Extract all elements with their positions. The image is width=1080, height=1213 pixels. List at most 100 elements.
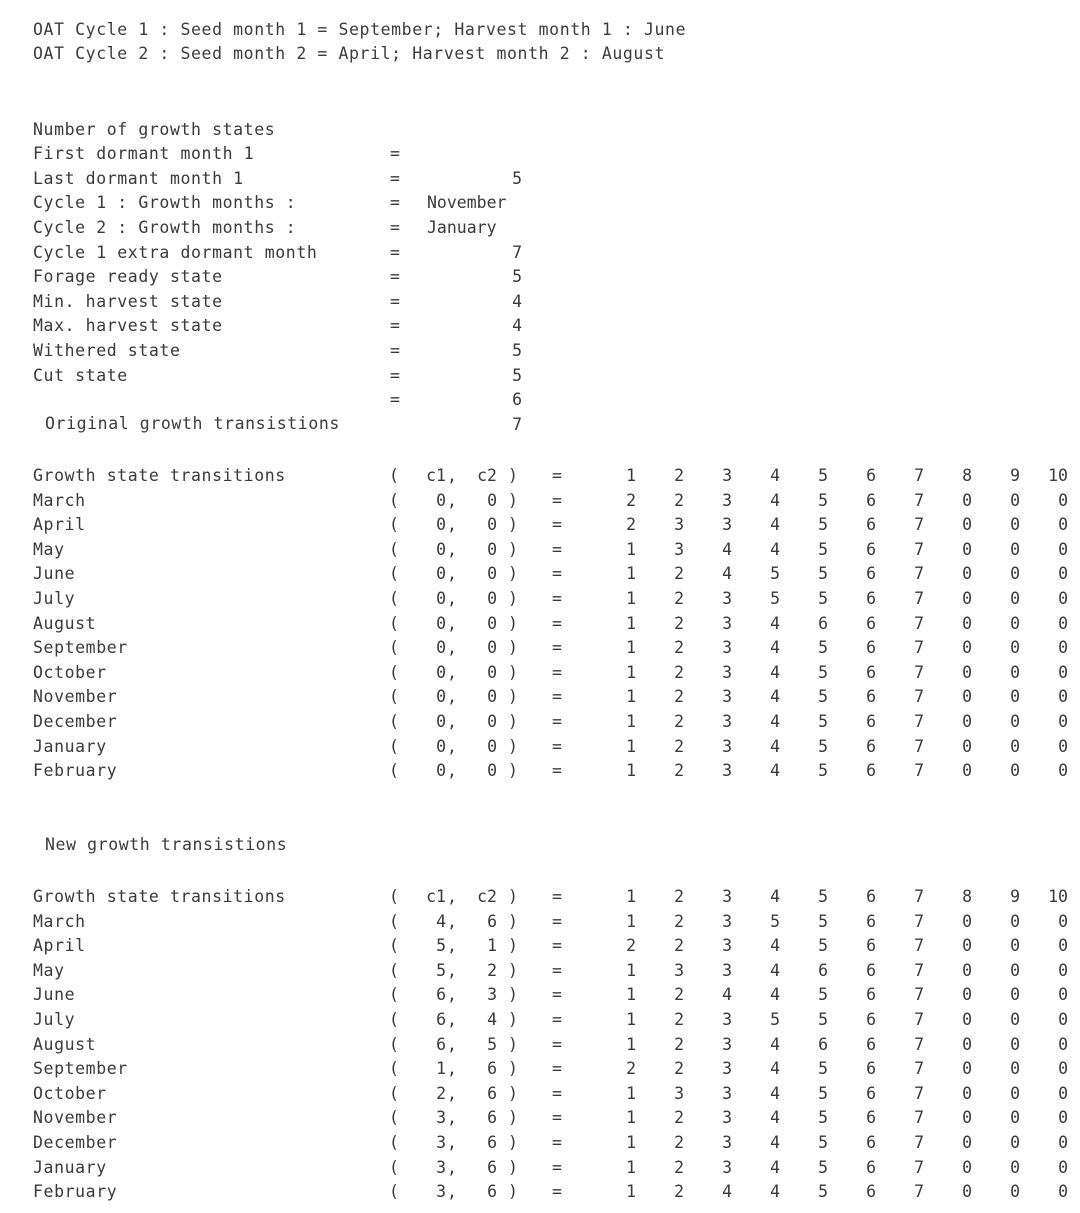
state-value-cell: 0: [1010, 936, 1020, 956]
row-month-label: April: [33, 515, 86, 535]
state-value-cell: 0: [962, 1133, 972, 1152]
state-value-cell: 7: [914, 936, 924, 956]
table-row: November(0, 0) = 1 2 3 4 5 6 7 0 0 0: [0, 685, 1080, 710]
paren-close: ): [508, 936, 518, 956]
cell-c1: 6: [436, 1010, 446, 1029]
cell-c2: 6: [487, 1157, 497, 1177]
cell-c1: 0: [436, 613, 446, 633]
state-value-cells: 1 3 4 4 5 6 7 0 0 0: [588, 538, 1068, 563]
state-value-cell: 5: [818, 687, 828, 707]
state-value-cell: 2: [674, 712, 684, 731]
equals-sign: =: [552, 638, 562, 658]
table-row: December(3, 6) = 1 2 3 4 5 6 7 0 0 0: [0, 1131, 1080, 1156]
cell-c2: 0: [487, 761, 497, 781]
state-value-cell: 2: [674, 564, 684, 584]
equals-sign: =: [552, 1034, 562, 1054]
paren-open: (: [389, 761, 399, 781]
paren-open: (: [389, 539, 399, 559]
state-value-cell: 1: [626, 1133, 636, 1152]
state-value-cell: 0: [1010, 1133, 1020, 1152]
column-header-c2: c2: [477, 466, 497, 485]
state-value-cell: 1: [626, 662, 636, 682]
row-month-label: September: [33, 1059, 128, 1079]
state-index-cell: 6: [866, 466, 876, 485]
state-value-cell: 5: [818, 936, 828, 956]
state-value-cell: 1: [626, 589, 636, 608]
state-value-cell: 5: [818, 712, 828, 731]
state-value-cell: 7: [914, 1133, 924, 1152]
state-value-cell: 3: [674, 960, 684, 980]
state-value-cell: 7: [914, 911, 924, 931]
state-value-cell: 5: [818, 490, 828, 510]
state-value-cell: 4: [722, 985, 732, 1005]
state-index-cell: 2: [674, 466, 684, 485]
state-value-cell: 3: [722, 589, 732, 608]
state-index-cell: 10: [1048, 466, 1068, 485]
state-value-cell: 6: [866, 985, 876, 1005]
state-value-cells: 2 2 3 4 5 6 7 0 0 0: [588, 1057, 1068, 1082]
state-value-cell: 4: [770, 960, 780, 980]
state-value-cell: 0: [962, 1010, 972, 1029]
param-value: 7: [512, 414, 522, 434]
state-value-cell: 7: [914, 761, 924, 781]
state-value-cell: 0: [1058, 1034, 1068, 1054]
state-value-cell: 7: [914, 515, 924, 535]
state-value-cell: 6: [818, 1034, 828, 1054]
paren-close: ): [508, 887, 518, 906]
state-value-cell: 0: [962, 638, 972, 658]
paren-close: ): [508, 687, 518, 707]
state-value-cell: 6: [866, 1133, 876, 1152]
state-value-cell: 2: [674, 1157, 684, 1177]
state-value-cell: 2: [674, 985, 684, 1005]
state-value-cell: 6: [866, 960, 876, 980]
paren-close: ): [508, 1010, 518, 1029]
state-value-cell: 6: [866, 662, 876, 682]
state-value-cell: 0: [1010, 712, 1020, 731]
state-value-cell: 7: [914, 960, 924, 980]
state-value-cell: 0: [1058, 960, 1068, 980]
state-value-cell: 0: [962, 761, 972, 781]
state-value-cell: 5: [818, 662, 828, 682]
state-value-cell: 0: [1010, 911, 1020, 931]
state-value-cell: 0: [1058, 911, 1068, 931]
state-value-cell: 0: [1010, 515, 1020, 535]
state-value-cell: 0: [962, 936, 972, 956]
state-value-cell: 0: [1010, 1059, 1020, 1079]
state-value-cell: 1: [626, 712, 636, 731]
paren-open: (: [389, 712, 399, 731]
state-value-cell: 4: [770, 687, 780, 707]
paren-close: ): [508, 466, 518, 485]
state-value-cell: 0: [1058, 539, 1068, 559]
state-index-cell: 9: [1010, 887, 1020, 906]
cell-c1: 3: [436, 1133, 446, 1152]
paren-open: (: [389, 736, 399, 756]
state-value-cell: 1: [626, 736, 636, 756]
paren-close: ): [508, 911, 518, 931]
param-row: Min. harvest state = 5: [0, 265, 1080, 360]
table-row: December(0, 0) = 1 2 3 4 5 6 7 0 0 0: [0, 710, 1080, 735]
paren-open: (: [389, 1059, 399, 1079]
param-equals-sign: =: [390, 365, 400, 385]
state-value-cells: 1 2 3 4 5 6 7 0 0 0: [588, 735, 1068, 760]
state-value-cells: 1 2 3 4 5 6 7 0 0 0: [588, 1156, 1068, 1181]
paren-close: ): [508, 960, 518, 980]
paren-close: ): [508, 1182, 518, 1202]
state-value-cell: 0: [962, 1182, 972, 1202]
state-value-cell: 0: [962, 539, 972, 559]
paren-close: ): [508, 515, 518, 535]
state-index-cell: 4: [770, 466, 780, 485]
state-value-cell: 6: [866, 638, 876, 658]
state-value-cell: 0: [962, 1157, 972, 1177]
equals-sign: =: [552, 985, 562, 1005]
row-month-label: May: [33, 539, 65, 559]
paren-open: (: [389, 1010, 399, 1029]
state-value-cell: 4: [770, 712, 780, 731]
paren-close: ): [508, 638, 518, 658]
paren-open: (: [389, 1182, 399, 1202]
state-value-cell: 0: [962, 613, 972, 633]
cell-c1: 1: [436, 1059, 446, 1079]
state-value-cell: 0: [1010, 1182, 1020, 1202]
row-month-label: June: [33, 985, 76, 1005]
state-value-cell: 2: [674, 589, 684, 608]
paren-close: ): [508, 736, 518, 756]
